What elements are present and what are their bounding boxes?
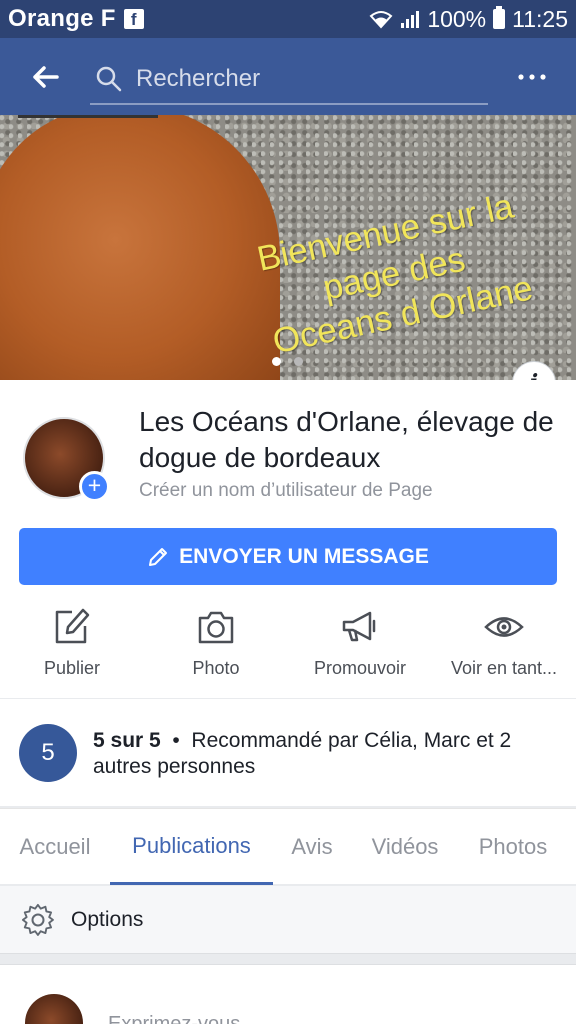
tab-home[interactable]: Accueil <box>10 809 100 885</box>
post-composer[interactable]: Exprimez-vous <box>0 964 576 1024</box>
back-button[interactable] <box>0 38 90 115</box>
megaphone-icon <box>342 611 376 642</box>
top-bar: Rechercher <box>0 38 576 115</box>
signal-icon <box>401 11 420 28</box>
action-promote-label: Promouvoir <box>313 658 407 678</box>
more-dots-icon <box>518 73 546 80</box>
options-bar[interactable]: Options <box>0 886 576 954</box>
carousel-dot-active <box>272 357 281 366</box>
create-username-link[interactable]: Créer un nom d’utilisateur de Page <box>139 480 433 502</box>
more-options-button[interactable] <box>488 38 576 115</box>
page-actions: Publier Photo Promouvoir Voir en tant... <box>0 606 576 686</box>
tab-photos[interactable]: Photos <box>466 809 560 885</box>
rating-text: 5 sur 5 • Recommandé par Célia, Marc et … <box>93 728 553 780</box>
rating-summary[interactable]: 5 5 sur 5 • Recommandé par Célia, Marc e… <box>0 699 576 806</box>
send-message-label: ENVOYER UN MESSAGE <box>179 544 429 568</box>
carrier-name: Orange F <box>8 5 116 32</box>
action-view-as-label: Voir en tant... <box>450 658 558 678</box>
tab-publications[interactable]: Publications <box>110 809 273 885</box>
facebook-notification-icon: f <box>123 9 144 29</box>
camera-icon <box>198 611 234 644</box>
carousel-dot <box>294 357 303 366</box>
action-publish-label: Publier <box>43 658 101 678</box>
status-bar: Orange F f 100% 11:25 <box>0 0 576 38</box>
search-placeholder: Rechercher <box>136 64 261 92</box>
cover-photo[interactable]: Bienvenue sur la page des Oceans d Orlan… <box>0 115 576 380</box>
tab-reviews[interactable]: Avis <box>280 809 344 885</box>
battery-percent: 100% <box>427 5 487 32</box>
action-promote[interactable]: Promouvoir <box>288 606 432 686</box>
gear-icon <box>21 903 54 936</box>
rating-separator: • <box>172 729 180 752</box>
pencil-icon <box>149 547 168 566</box>
status-indicators: 100% 11:25 <box>369 6 568 33</box>
page-profile-section: + Les Océans d'Orlane, élevage de dogue … <box>0 380 576 698</box>
tab-videos[interactable]: Vidéos <box>360 809 450 885</box>
composer-placeholder[interactable]: Exprimez-vous <box>108 1013 240 1024</box>
action-photo[interactable]: Photo <box>144 606 288 686</box>
action-view-as[interactable]: Voir en tant... <box>432 606 576 686</box>
page-title: Les Océans d'Orlane, élevage de dogue de… <box>139 406 554 473</box>
search-input[interactable]: Rechercher <box>90 55 488 105</box>
clock: 11:25 <box>512 5 568 32</box>
add-photo-icon[interactable]: + <box>79 471 110 502</box>
cover-divider <box>18 115 158 118</box>
action-photo-label: Photo <box>192 658 240 678</box>
battery-icon <box>493 6 506 29</box>
eye-icon <box>484 617 524 637</box>
edit-icon <box>55 608 90 644</box>
send-message-button[interactable]: ENVOYER UN MESSAGE <box>19 528 557 585</box>
wifi-icon <box>369 11 393 29</box>
rating-score-text: 5 sur 5 <box>93 729 161 752</box>
action-publish[interactable]: Publier <box>0 606 144 686</box>
composer-avatar <box>25 994 83 1024</box>
options-label: Options <box>71 907 144 931</box>
search-icon <box>96 66 122 91</box>
back-arrow-icon <box>33 65 59 88</box>
rating-score-badge: 5 <box>19 724 77 782</box>
page-tabs: Accueil Publications Avis Vidéos Photos <box>0 808 576 885</box>
